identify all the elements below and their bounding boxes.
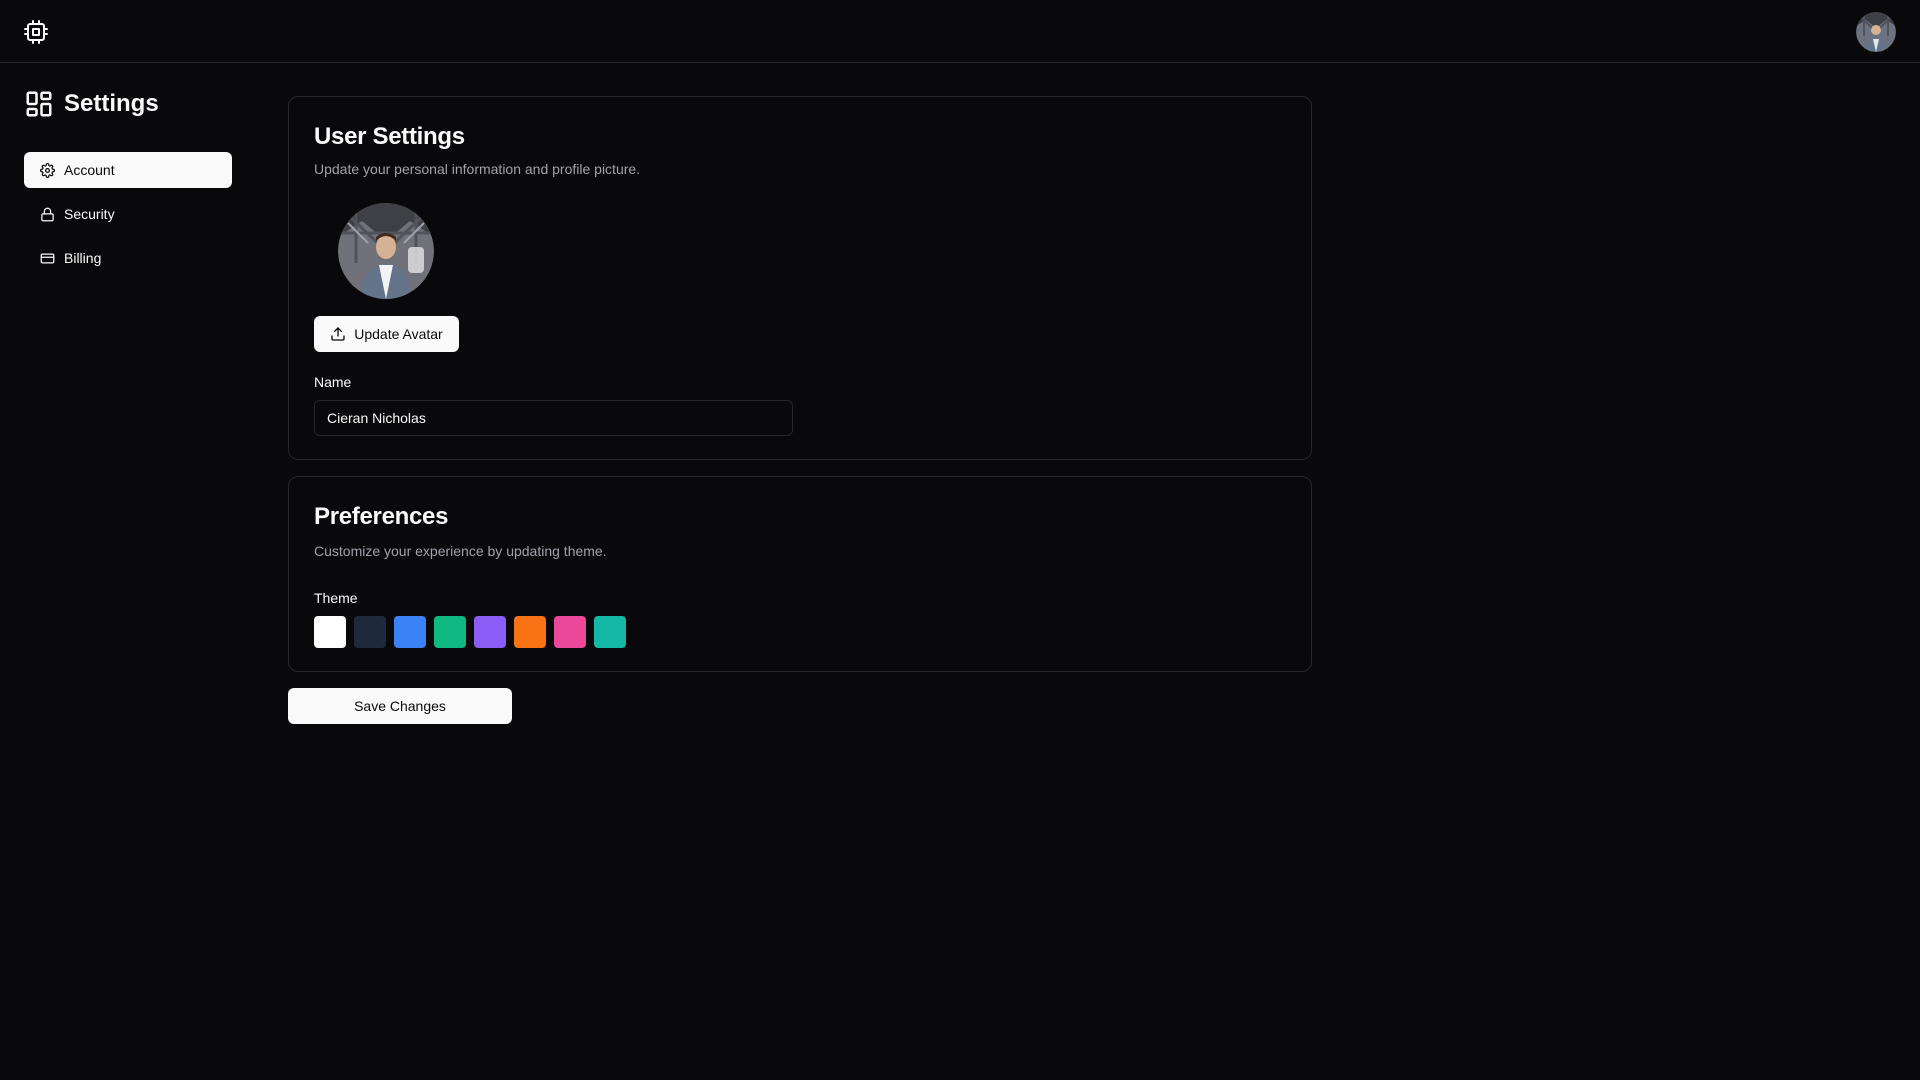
name-field[interactable] <box>314 400 793 436</box>
sidebar-item-billing[interactable]: Billing <box>24 240 232 276</box>
update-avatar-label: Update Avatar <box>354 326 443 342</box>
card-description: Customize your experience by updating th… <box>314 543 607 559</box>
preferences-card: Preferences Customize your experience by… <box>288 476 1312 672</box>
theme-swatch-slate[interactable] <box>354 616 386 648</box>
top-bar <box>0 0 1920 63</box>
sidebar-item-security[interactable]: Security <box>24 196 232 232</box>
upload-icon <box>331 327 345 341</box>
theme-swatch-green[interactable] <box>434 616 466 648</box>
card-description: Update your personal information and pro… <box>314 161 641 177</box>
theme-swatch-teal[interactable] <box>594 616 626 648</box>
page-title: Settings <box>64 90 159 117</box>
sidebar-title: Settings <box>24 88 159 120</box>
cpu-icon[interactable] <box>24 20 48 44</box>
theme-swatch-purple[interactable] <box>474 616 506 648</box>
name-label: Name <box>314 374 352 390</box>
sidebar-item-label: Billing <box>64 250 102 266</box>
theme-swatch-orange[interactable] <box>514 616 546 648</box>
sidebar-nav: Account Security Billing <box>24 152 232 284</box>
profile-avatar <box>338 203 434 299</box>
theme-swatch-blue[interactable] <box>394 616 426 648</box>
theme-swatches <box>314 616 626 648</box>
lock-icon <box>41 207 54 221</box>
avatar[interactable] <box>1856 12 1896 52</box>
sidebar-item-label: Security <box>64 206 115 222</box>
layout-dashboard-icon <box>26 91 52 117</box>
credit-card-icon <box>40 253 55 263</box>
card-title: Preferences <box>314 503 449 530</box>
update-avatar-button[interactable]: Update Avatar <box>314 316 459 352</box>
gear-icon <box>40 162 55 178</box>
theme-swatch-pink[interactable] <box>554 616 586 648</box>
sidebar-item-account[interactable]: Account <box>24 152 232 188</box>
sidebar-item-label: Account <box>64 162 115 178</box>
theme-swatch-white[interactable] <box>314 616 346 648</box>
card-title: User Settings <box>314 123 465 150</box>
save-button[interactable]: Save Changes <box>288 688 512 724</box>
theme-label: Theme <box>314 590 358 606</box>
user-settings-card: User Settings Update your personal infor… <box>288 96 1312 460</box>
